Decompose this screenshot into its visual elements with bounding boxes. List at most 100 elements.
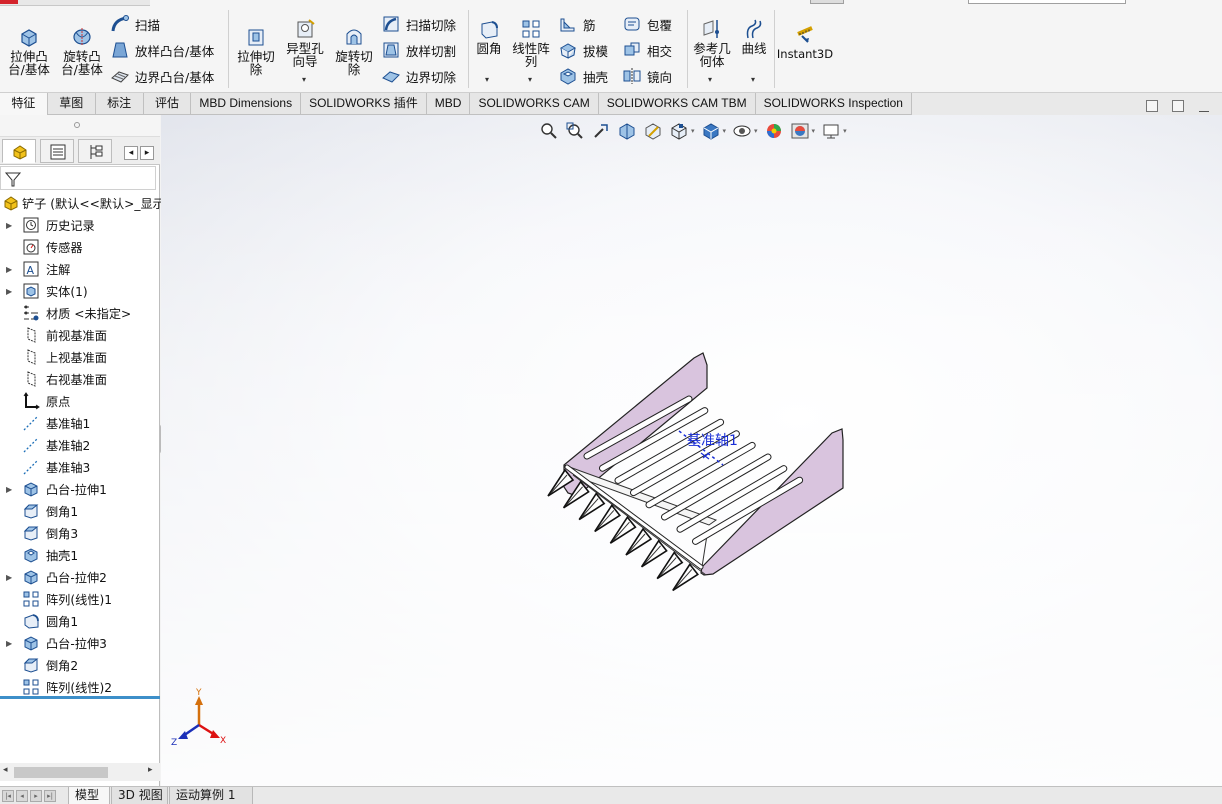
linear-pattern-button[interactable]: 线性阵 列	[508, 18, 554, 68]
tab-0[interactable]: 特征	[0, 93, 48, 115]
fillet-icon	[481, 21, 498, 39]
datum-axis-label[interactable]: 基准轴1	[687, 432, 738, 449]
boundary-boss-button[interactable]: 边界凸台/基体	[110, 65, 214, 87]
graphics-area[interactable]: ▾ ▾ ▾ ▾ ▾ 基准轴1 Y X Z	[161, 115, 1222, 786]
tree-item[interactable]: 倒角3	[0, 522, 160, 544]
boundary-cut-button[interactable]: 边界切除	[381, 65, 456, 87]
swept-cut-button[interactable]: 扫描切除	[381, 13, 456, 35]
restore-pane-button[interactable]	[1146, 100, 1158, 112]
curves-dropdown-icon[interactable]: ▾	[751, 75, 755, 84]
configuration-manager-tab[interactable]	[78, 139, 112, 163]
wrap-button[interactable]: 包覆	[622, 13, 672, 35]
draft-button[interactable]: 拔模	[558, 39, 608, 61]
instant3d-button[interactable]: Instant3D	[776, 24, 834, 61]
tree-item[interactable]: ▶ 凸台-拉伸3	[0, 632, 160, 654]
tree-item[interactable]: 右视基准面	[0, 368, 160, 390]
bottom-tab-2[interactable]: 运动算例 1	[169, 787, 253, 804]
sweep-button[interactable]: 扫描	[110, 13, 160, 35]
mirror-button[interactable]: 镜向	[622, 65, 672, 87]
reference-geometry-button[interactable]: 参考几 何体	[690, 18, 734, 68]
panel-scroll-right-icon[interactable]: ▸	[140, 146, 154, 160]
chamfer-icon	[23, 658, 39, 673]
first-tab-icon[interactable]: |◂	[2, 790, 14, 802]
tab-7[interactable]: SOLIDWORKS CAM	[470, 93, 599, 115]
tree-root-label: 铲子 (默认<<默认>_显示	[22, 197, 165, 211]
revolve-boss-button[interactable]: 旋转凸 台/基体	[57, 26, 107, 76]
tree-item[interactable]: 阵列(线性)2	[0, 676, 160, 698]
hole-wizard-dropdown-icon[interactable]: ▾	[302, 75, 306, 84]
curves-button[interactable]: 曲线	[737, 18, 771, 55]
previous-tab-icon[interactable]: ◂	[16, 790, 28, 802]
search-box-edge[interactable]	[968, 0, 1126, 4]
bottom-tab-1[interactable]: 3D 视图	[111, 787, 168, 804]
tab-8[interactable]: SOLIDWORKS CAM TBM	[598, 93, 756, 115]
expand-arrow-icon[interactable]: ▶	[6, 485, 12, 494]
feature-tree-icon	[13, 145, 27, 160]
tree-item[interactable]: 材质 <未指定>	[0, 302, 160, 324]
expand-arrow-icon[interactable]: ▶	[6, 265, 12, 274]
tree-item[interactable]: 原点	[0, 390, 160, 412]
tree-item[interactable]: 倒角1	[0, 500, 160, 522]
hole-wizard-button[interactable]: 异型孔 向导	[282, 18, 328, 68]
float-pane-button[interactable]	[1172, 100, 1184, 112]
fillet-dropdown-icon[interactable]: ▾	[485, 75, 489, 84]
bottom-tab-0[interactable]: 模型	[68, 787, 110, 804]
intersect-button[interactable]: 相交	[622, 39, 672, 61]
tree-filter[interactable]	[0, 166, 156, 190]
tree-item[interactable]: 基准轴2	[0, 434, 160, 456]
loft-boss-button[interactable]: 放样凸台/基体	[110, 39, 214, 61]
linear-pattern-dropdown-icon[interactable]: ▾	[528, 75, 532, 84]
tree-item[interactable]: 上视基准面	[0, 346, 160, 368]
tree-item[interactable]: 抽壳1	[0, 544, 160, 566]
tree-item[interactable]: 倒角2	[0, 654, 160, 676]
minimize-icon[interactable]	[1199, 111, 1209, 112]
reference-geometry-dropdown-icon[interactable]: ▾	[708, 75, 712, 84]
tree-item[interactable]: ▶ A 注解	[0, 258, 160, 280]
draft-label: 拔模	[583, 43, 609, 59]
extrude-boss-button[interactable]: 拉伸凸 台/基体	[4, 26, 54, 76]
expand-arrow-icon[interactable]: ▶	[6, 287, 12, 296]
tree-item[interactable]: 圆角1	[0, 610, 160, 632]
shell-button[interactable]: 抽壳	[558, 65, 608, 87]
tab-6[interactable]: MBD	[426, 93, 471, 115]
expand-arrow-icon[interactable]: ▶	[6, 221, 12, 230]
tab-9[interactable]: SOLIDWORKS Inspection	[755, 93, 912, 115]
extrude-cut-button[interactable]: 拉伸切 除	[232, 26, 280, 76]
ribbon-separator	[468, 10, 469, 88]
scroll-left-icon[interactable]: ◂	[3, 765, 8, 775]
tree-item[interactable]: 基准轴3	[0, 456, 160, 478]
panel-horizontal-scrollbar[interactable]: ◂ ▸	[0, 763, 160, 781]
scroll-right-icon[interactable]: ▸	[148, 765, 153, 775]
fillet-button[interactable]: 圆角	[472, 18, 506, 55]
rib-button[interactable]: 筋	[558, 13, 596, 35]
tree-item[interactable]: ▶ 凸台-拉伸2	[0, 566, 160, 588]
tree-item[interactable]: 阵列(线性)1	[0, 588, 160, 610]
tree-item[interactable]: 传感器	[0, 236, 160, 258]
last-tab-icon[interactable]: ▸|	[44, 790, 56, 802]
tree-root[interactable]: 铲子 (默认<<默认>_显示	[0, 192, 165, 214]
expand-arrow-icon[interactable]: ▶	[6, 639, 12, 648]
scroll-thumb[interactable]	[14, 767, 108, 778]
panel-scroll-left-icon[interactable]: ◂	[124, 146, 138, 160]
tree-item[interactable]: ▶ 历史记录	[0, 214, 160, 236]
shovel-model[interactable]	[547, 352, 844, 592]
lofted-cut-button[interactable]: 放样切割	[381, 39, 456, 61]
tab-3[interactable]: 评估	[143, 93, 192, 115]
feature-tree: 铲子 (默认<<默认>_显示 ▶ 历史记录 传感器 ▶ A 注解 ▶ 实体(1) 材质 <未指定…	[0, 192, 165, 698]
panel-grip[interactable]	[0, 115, 160, 137]
tab-5[interactable]: SOLIDWORKS 插件	[301, 93, 427, 115]
property-manager-tab[interactable]	[40, 139, 74, 163]
revolve-cut-button[interactable]: 旋转切 除	[330, 26, 378, 76]
tab-2[interactable]: 标注	[95, 93, 144, 115]
tree-item[interactable]: 前视基准面	[0, 324, 160, 346]
tab-4[interactable]: MBD Dimensions	[191, 93, 302, 115]
tree-item[interactable]: 基准轴1	[0, 412, 160, 434]
tab-1[interactable]: 草图	[47, 93, 96, 115]
tree-item[interactable]: ▶ 凸台-拉伸1	[0, 478, 160, 500]
feature-manager-panel: ◂ ▸ 铲子 (默认<<默认>_显示 ▶ 历史记录 传感器 ▶ A 注解 ▶ 实体(1) 材质 …	[0, 115, 165, 786]
tree-item[interactable]: ▶ 实体(1)	[0, 280, 160, 302]
feature-manager-tab[interactable]	[2, 139, 36, 163]
rollback-bar[interactable]	[0, 696, 160, 699]
expand-arrow-icon[interactable]: ▶	[6, 573, 12, 582]
next-tab-icon[interactable]: ▸	[30, 790, 42, 802]
